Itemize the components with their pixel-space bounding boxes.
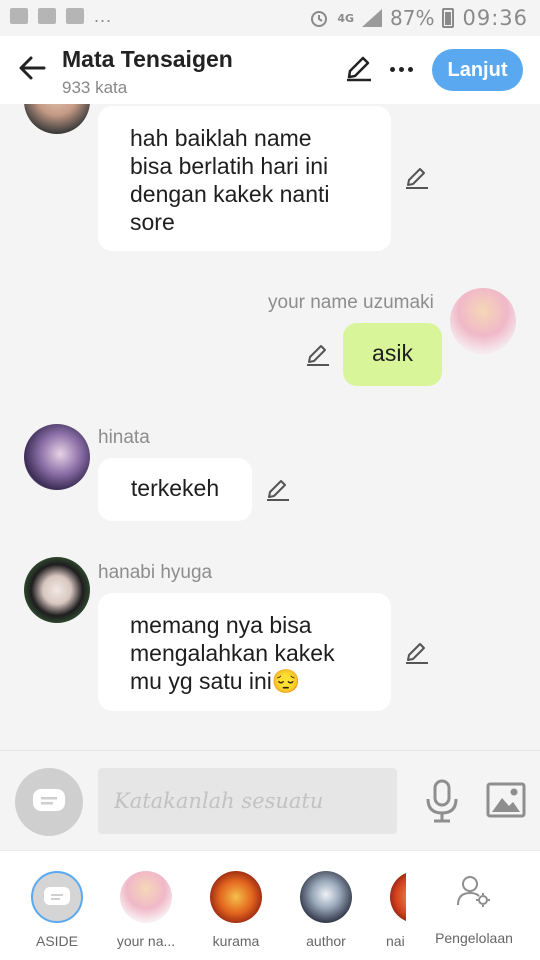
message-composer	[0, 750, 540, 850]
user-settings-icon	[457, 876, 490, 907]
sender-name: hinata	[98, 427, 150, 448]
partial-avatar[interactable]	[24, 104, 90, 134]
character-kurama[interactable]: kurama	[196, 871, 276, 949]
anime-girl-pink-avatar[interactable]	[450, 288, 516, 354]
download-notification-icon	[66, 8, 84, 24]
message-text: memang nya bisa mengalahkan kakek mu yg …	[130, 612, 335, 694]
anime-girl-pink-avatar	[120, 871, 172, 923]
edit-message-icon[interactable]	[404, 639, 430, 665]
alarm-icon	[311, 11, 328, 27]
edit-message-icon[interactable]	[404, 164, 430, 190]
sender-name: your name uzumaki	[268, 292, 434, 313]
edit-message-icon[interactable]	[265, 476, 291, 502]
microphone-icon	[426, 779, 458, 823]
character-aside[interactable]: ASIDE	[17, 871, 97, 949]
signal-icon	[362, 9, 383, 27]
insert-image-button[interactable]	[486, 781, 526, 819]
notification-icons: ...	[10, 6, 113, 26]
manage-label: Pengelolaan	[435, 930, 513, 946]
more-options-button[interactable]	[384, 52, 418, 86]
message-input[interactable]	[98, 768, 397, 834]
status-bar: ... 4G 87% 09:36	[0, 0, 540, 36]
character-partial[interactable]: nai	[366, 871, 406, 949]
image-icon	[486, 782, 526, 818]
character-label: ASIDE	[35, 933, 78, 949]
image-notification-icon	[38, 8, 56, 24]
character-label: nai	[386, 933, 405, 949]
my-message-bubble[interactable]: asik	[343, 323, 442, 386]
app-header: Mata Tensaigen 933 kata Lanjut	[0, 36, 540, 104]
story-title: Mata Tensaigen	[62, 46, 233, 72]
message-text: terkekeh	[130, 475, 220, 501]
hinata-avatar[interactable]	[24, 424, 90, 490]
dot-icon	[389, 66, 395, 72]
battery-percent: 87%	[390, 6, 435, 30]
message-text: asik	[372, 340, 413, 366]
chat-bubble-icon	[33, 789, 65, 811]
character-bar: ASIDE your na... kurama author nai Penge…	[0, 850, 540, 960]
app-notification-icon	[10, 8, 28, 24]
message-bubble[interactable]: terkekeh	[98, 458, 252, 521]
dot-icon	[398, 66, 404, 72]
edit-title-button[interactable]	[344, 52, 378, 86]
author-avatar	[300, 871, 352, 923]
battery-icon	[442, 8, 455, 28]
fox-avatar	[210, 871, 262, 923]
clock: 09:36	[462, 6, 528, 30]
chat-area[interactable]: hah baiklah name bisa berlatih hari ini …	[0, 104, 540, 750]
chat-bubble-icon	[31, 871, 83, 923]
partial-avatar	[390, 871, 406, 923]
character-label: author	[306, 933, 346, 949]
next-button[interactable]: Lanjut	[432, 49, 523, 91]
hanabi-avatar[interactable]	[24, 557, 90, 623]
sender-name: hanabi hyuga	[98, 562, 213, 583]
character-author[interactable]: author	[286, 871, 366, 949]
character-your-name[interactable]: your na...	[106, 871, 186, 949]
message-text: hah baiklah name bisa berlatih hari ini …	[130, 125, 330, 235]
system-indicators: 4G 87% 09:36	[309, 6, 528, 30]
back-button[interactable]	[14, 50, 50, 86]
aside-toggle-button[interactable]	[15, 768, 83, 836]
word-count: 933 kata	[62, 78, 128, 97]
character-label: kurama	[212, 933, 260, 949]
message-bubble[interactable]: memang nya bisa mengalahkan kakek mu yg …	[98, 593, 391, 711]
voice-input-button[interactable]	[424, 779, 460, 823]
back-arrow-icon	[19, 56, 46, 80]
pencil-icon	[347, 56, 371, 82]
dot-icon	[407, 66, 413, 72]
more-notifications: ...	[94, 6, 113, 26]
network-type: 4G	[337, 11, 355, 25]
manage-characters-button[interactable]: Pengelolaan	[424, 873, 524, 946]
character-label: your na...	[116, 933, 176, 949]
edit-message-icon[interactable]	[305, 341, 331, 367]
message-bubble[interactable]: hah baiklah name bisa berlatih hari ini …	[98, 106, 391, 251]
